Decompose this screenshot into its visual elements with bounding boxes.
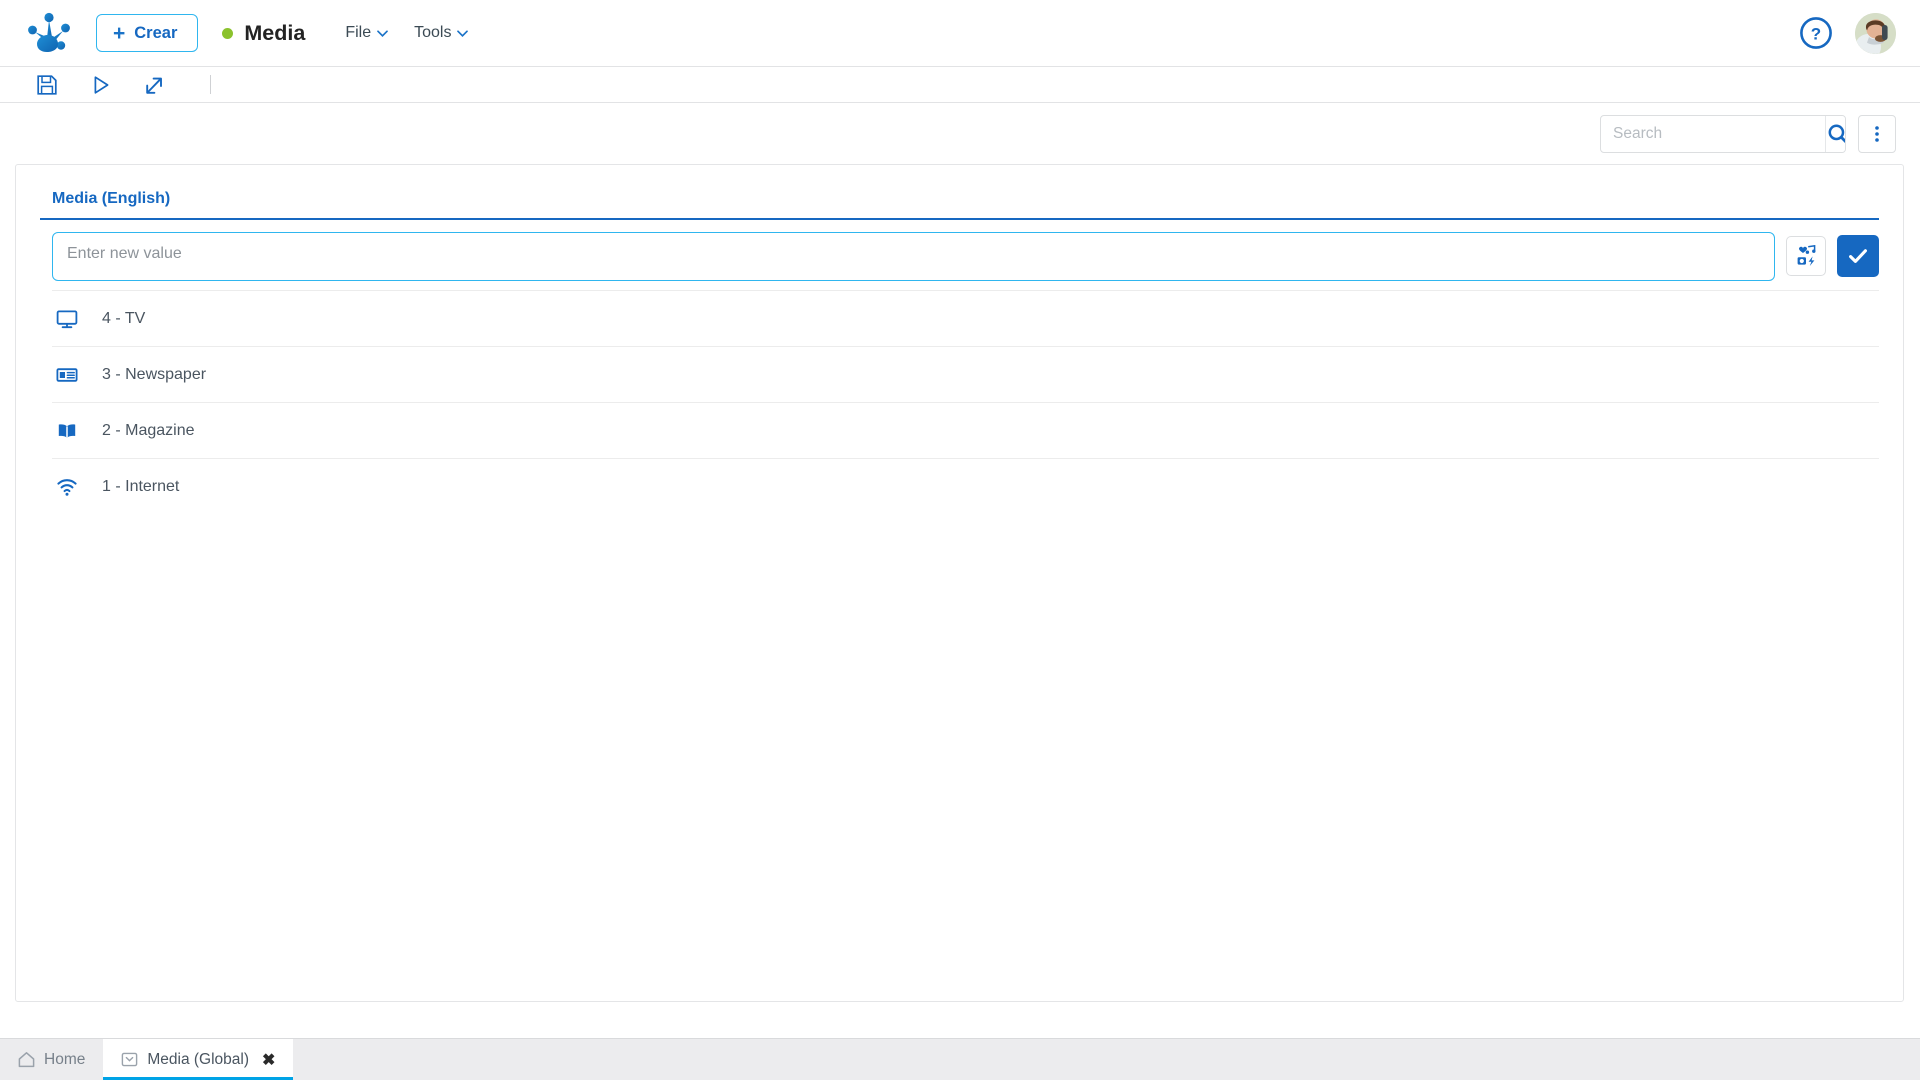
help-circle-icon[interactable]: ? xyxy=(1799,16,1833,50)
taskbar-tab-media-global-label: Media (Global) xyxy=(147,1050,250,1068)
list-item[interactable]: 1 - Internet xyxy=(52,458,1879,514)
menu-file[interactable]: File xyxy=(345,24,388,42)
page-title: Media xyxy=(244,20,306,45)
list-item[interactable]: 4 - TV xyxy=(52,290,1879,346)
taskbar-tab-home[interactable]: Home xyxy=(0,1039,103,1080)
taskbar-tab-home-label: Home xyxy=(44,1050,86,1068)
menu-file-label: File xyxy=(345,24,372,41)
kebab-vertical-icon xyxy=(1875,125,1879,142)
run-button[interactable] xyxy=(88,72,114,98)
export-arrow-icon xyxy=(146,77,162,94)
search-strip xyxy=(0,103,1920,164)
confirm-value-button[interactable] xyxy=(1837,235,1879,277)
plus-icon: + xyxy=(113,21,126,45)
frog-foot-logo[interactable] xyxy=(26,11,72,55)
document-title-group: Media xyxy=(222,21,305,46)
media-picker-icon xyxy=(1797,245,1816,266)
status-dot-green-icon xyxy=(222,27,234,39)
close-icon[interactable]: ✖ xyxy=(262,1050,275,1070)
media-values-panel: Media (English) Enter new value 4 - TV 3… xyxy=(15,164,1904,1002)
menu-tools-label: Tools xyxy=(414,24,452,41)
top-bar-right-group: ? xyxy=(1799,12,1896,54)
list-item-label: 1 - Internet xyxy=(102,477,180,495)
chevron-down-icon xyxy=(377,29,388,37)
search-input[interactable] xyxy=(1601,115,1825,152)
svg-text:?: ? xyxy=(1811,25,1821,44)
search-icon xyxy=(1828,124,1845,143)
create-button-label: Crear xyxy=(134,23,178,42)
home-icon xyxy=(18,1052,35,1068)
values-list: 4 - TV 3 - Newspaper 2 - Magazine 1 - In… xyxy=(40,290,1879,514)
new-value-editor-row xyxy=(40,220,1879,281)
play-triangle-icon xyxy=(94,75,109,94)
new-value-input[interactable] xyxy=(52,232,1775,281)
top-navigation-bar: + Crear Media File Tools ? xyxy=(0,0,1920,67)
list-item-label: 2 - Magazine xyxy=(102,421,195,439)
overflow-menu-button[interactable] xyxy=(1858,114,1896,153)
newspaper-icon xyxy=(56,364,78,386)
save-button[interactable] xyxy=(34,72,60,98)
secondary-toolbar xyxy=(0,67,1920,103)
application-window: + Crear Media File Tools ? Search Media … xyxy=(0,0,1920,1080)
list-item-label: 3 - Newspaper xyxy=(102,365,207,383)
open-book-icon xyxy=(56,420,78,442)
search-submit-button[interactable] xyxy=(1825,115,1845,152)
media-picker-button[interactable] xyxy=(1786,236,1826,276)
list-item[interactable]: 2 - Magazine xyxy=(52,402,1879,458)
panel-title: Media (English) xyxy=(40,183,1879,220)
main-menu-bar: File Tools xyxy=(345,24,469,42)
export-button[interactable] xyxy=(142,72,168,98)
create-button[interactable]: + Crear xyxy=(96,14,199,52)
menu-tools[interactable]: Tools xyxy=(414,24,469,42)
wifi-icon xyxy=(56,476,78,498)
list-item[interactable]: 3 - Newspaper xyxy=(52,346,1879,402)
main-content-area: Media (English) Enter new value 4 - TV 3… xyxy=(0,164,1920,1038)
window-icon xyxy=(122,1052,138,1067)
taskbar-tab-media-global[interactable]: Media (Global) ✖ xyxy=(103,1039,294,1080)
check-icon xyxy=(1849,249,1867,263)
chevron-down-icon xyxy=(457,29,469,37)
toolbar-separator xyxy=(210,75,211,94)
user-avatar[interactable] xyxy=(1855,12,1896,54)
tv-monitor-icon xyxy=(56,308,78,330)
bottom-taskbar: Home Media (Global) ✖ xyxy=(0,1038,1920,1080)
list-item-label: 4 - TV xyxy=(102,309,146,327)
floppy-disk-icon xyxy=(37,74,57,95)
search-box xyxy=(1600,114,1846,153)
